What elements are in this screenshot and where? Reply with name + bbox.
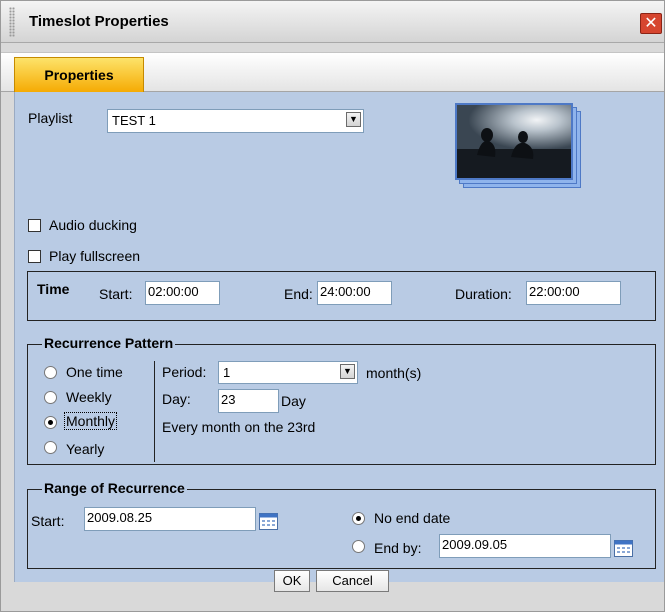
day-input[interactable]: 23 [218, 389, 279, 413]
timeslot-properties-dialog: Timeslot Properties ✕ Properties Playlis… [0, 0, 665, 612]
silhouette-image [457, 105, 571, 178]
audio-ducking-label: Audio ducking [49, 217, 137, 233]
period-select[interactable]: 1 ▼ [218, 361, 358, 384]
playlist-thumbnail [455, 103, 585, 193]
range-of-recurrence-title: Range of Recurrence [42, 480, 187, 496]
end-by-label: End by: [374, 540, 422, 556]
playlist-value: TEST 1 [112, 113, 156, 128]
playlist-label: Playlist [28, 110, 73, 126]
range-start-label: Start: [31, 513, 65, 529]
time-start-input[interactable]: 02:00:00 [145, 281, 220, 305]
dialog-title: Timeslot Properties [29, 13, 169, 30]
drag-grip-icon[interactable] [9, 7, 15, 37]
cancel-button[interactable]: Cancel [316, 570, 389, 592]
close-button[interactable]: ✕ [640, 13, 662, 34]
time-duration-label: Duration: [455, 286, 512, 302]
close-icon: ✕ [644, 15, 658, 32]
tab-strip: Properties [1, 52, 664, 93]
calendar-icon[interactable] [614, 540, 633, 557]
time-label: Time [37, 281, 70, 297]
day-unit-label: Day [281, 393, 306, 409]
period-unit-label: month(s) [366, 365, 422, 381]
recurrence-pattern-title: Recurrence Pattern [42, 335, 176, 351]
range-of-recurrence-group: Range of Recurrence Start: 2009.08.25 No… [27, 480, 656, 569]
title-bar[interactable]: Timeslot Properties ✕ [1, 1, 664, 43]
no-end-date-label: No end date [374, 510, 451, 526]
time-end-input[interactable]: 24:00:00 [317, 281, 392, 305]
recurrence-monthly-label: Monthly [64, 412, 118, 430]
time-start-label: Start: [99, 286, 133, 302]
playlist-select[interactable]: TEST 1 ▼ [107, 109, 364, 133]
play-fullscreen-label: Play fullscreen [49, 248, 141, 264]
end-by-input[interactable]: 2009.09.05 [439, 534, 611, 558]
calendar-icon[interactable] [259, 513, 278, 530]
chevron-down-icon[interactable]: ▼ [340, 364, 355, 379]
audio-ducking-checkbox[interactable] [28, 219, 41, 232]
recurrence-one-time-label: One time [66, 364, 123, 380]
time-group: Time Start: 02:00:00 End: 24:00:00 Durat… [27, 271, 656, 321]
end-by-radio[interactable] [352, 540, 365, 553]
play-fullscreen-checkbox[interactable] [28, 250, 41, 263]
day-label: Day: [162, 391, 191, 407]
recurrence-pattern-group: Recurrence Pattern One time Weekly Month… [27, 335, 656, 465]
recurrence-divider [154, 361, 155, 462]
recurrence-monthly-radio[interactable] [44, 416, 57, 429]
recurrence-yearly-radio[interactable] [44, 441, 57, 454]
chevron-down-icon[interactable]: ▼ [346, 112, 361, 127]
recurrence-weekly-radio[interactable] [44, 391, 57, 404]
recurrence-summary: Every month on the 23rd [162, 419, 316, 435]
no-end-date-radio[interactable] [352, 512, 365, 525]
tab-properties[interactable]: Properties [14, 57, 144, 93]
time-end-label: End: [284, 286, 313, 302]
period-value: 1 [223, 365, 231, 380]
recurrence-one-time-radio[interactable] [44, 366, 57, 379]
properties-panel: Playlist TEST 1 ▼ Audio ducking Play ful… [14, 92, 664, 582]
time-duration-input[interactable]: 22:00:00 [526, 281, 621, 305]
recurrence-yearly-label: Yearly [66, 441, 105, 457]
thumbnail-image [455, 103, 573, 180]
recurrence-weekly-label: Weekly [66, 389, 112, 405]
ok-button[interactable]: OK [274, 570, 310, 592]
period-label: Period: [162, 364, 207, 380]
range-start-input[interactable]: 2009.08.25 [84, 507, 256, 531]
